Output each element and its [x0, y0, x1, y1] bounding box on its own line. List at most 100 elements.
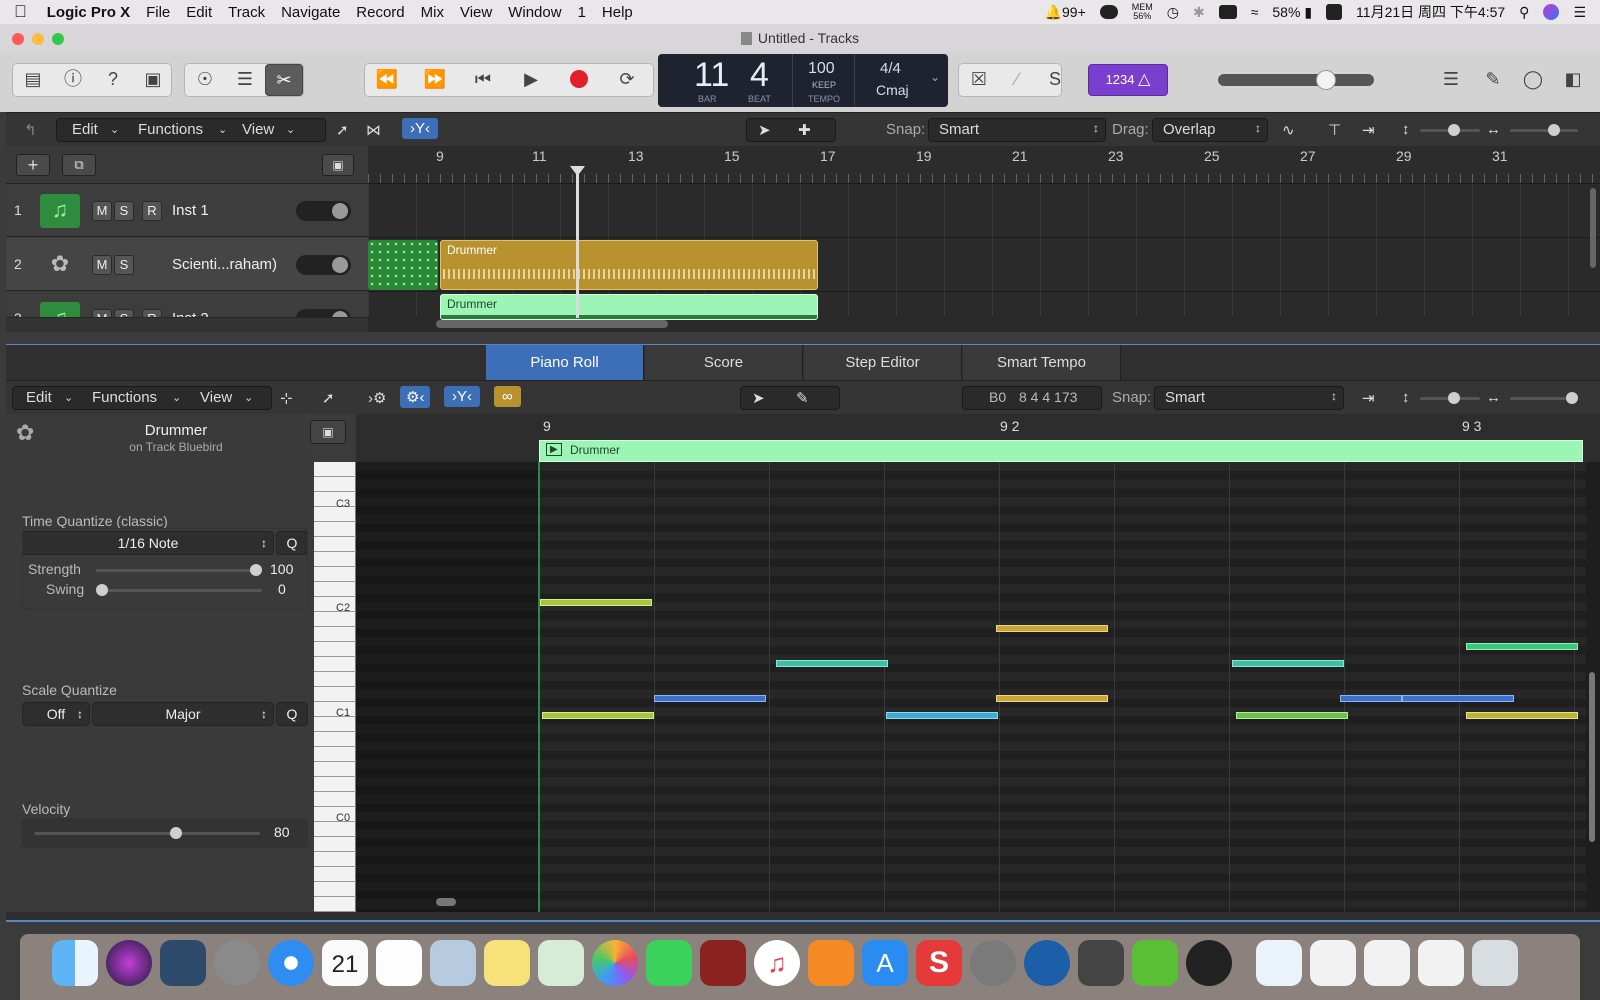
menu-file[interactable]: File	[138, 4, 178, 21]
qq-icon[interactable]	[1186, 940, 1232, 986]
rewind-button[interactable]: ⏪	[368, 64, 406, 96]
piano-roll-horizontal-zoom-knob[interactable]	[1566, 392, 1578, 404]
menu-app-name[interactable]: Logic Pro X	[35, 4, 138, 21]
piano-roll-functions-menu[interactable]: Functions	[92, 389, 157, 406]
notes-icon[interactable]	[484, 940, 530, 986]
time-quantize-select[interactable]: 1/16 Note ↕	[22, 531, 274, 555]
menu-track[interactable]: Track	[220, 4, 273, 21]
menu-edit[interactable]: Edit	[178, 4, 220, 21]
strength-slider[interactable]	[96, 564, 262, 576]
velocity-slider[interactable]	[34, 827, 260, 839]
menu-navigate[interactable]: Navigate	[273, 4, 348, 21]
piano-roll-edit-menu[interactable]: Edit	[26, 389, 52, 406]
downloads-folder-icon[interactable]	[1256, 940, 1302, 986]
maps-icon[interactable]	[538, 940, 584, 986]
vertical-zoom-slider[interactable]	[1420, 124, 1480, 136]
tab-smart-tempo[interactable]: Smart Tempo	[963, 345, 1121, 381]
menu-help[interactable]: Help	[594, 4, 641, 21]
solo-button[interactable]: S	[1036, 64, 1074, 96]
photos-icon[interactable]	[592, 940, 638, 986]
menu-window[interactable]: Window	[500, 4, 569, 21]
flex-icon[interactable]: ⋈	[366, 121, 381, 139]
lcd-display[interactable]: 11 4 BAR BEAT 100 KEEP TEMPO 4/4 Cmaj ⌄	[658, 54, 948, 107]
midi-note[interactable]	[996, 695, 1108, 702]
vertical-zoom-icon[interactable]: ↕	[1402, 121, 1410, 138]
finder-icon[interactable]	[52, 940, 98, 986]
document-stack-icon[interactable]	[1418, 940, 1464, 986]
menu-record[interactable]: Record	[348, 4, 412, 21]
time-machine-icon[interactable]: ◷	[1167, 4, 1179, 21]
arrange-horizontal-scrollbar[interactable]	[436, 320, 668, 328]
quicktime-icon[interactable]	[1024, 940, 1070, 986]
midi-note[interactable]	[1236, 712, 1348, 719]
solo-button[interactable]: S	[114, 309, 134, 317]
roll-vertical-scrollbar[interactable]	[1589, 672, 1595, 842]
swing-slider[interactable]	[96, 584, 262, 596]
wechat-status-icon[interactable]	[1099, 5, 1118, 19]
horizontal-zoom-knob[interactable]	[1548, 124, 1560, 136]
smart-controls-button[interactable]: ☉	[186, 64, 224, 96]
photo-booth-icon[interactable]	[700, 940, 746, 986]
music-icon[interactable]: ♫	[754, 940, 800, 986]
midi-note[interactable]	[776, 660, 888, 667]
menu-view[interactable]: View	[452, 4, 500, 21]
tracks-functions-menu[interactable]: Functions	[138, 121, 203, 138]
mute-button[interactable]: M	[92, 201, 112, 221]
piano-roll-fit-horizontal-icon[interactable]: ⇥	[1362, 389, 1375, 407]
track-on-off-toggle[interactable]	[296, 201, 351, 221]
strength-knob[interactable]	[250, 564, 262, 576]
arrange-vertical-scrollbar[interactable]	[1590, 188, 1596, 268]
track-on-off-toggle[interactable]	[296, 309, 351, 317]
midi-note[interactable]	[1402, 695, 1514, 702]
track-name[interactable]: Scienti...raham)	[172, 256, 277, 273]
midi-note[interactable]	[1340, 695, 1402, 702]
mem-status[interactable]: MEM 56%	[1132, 3, 1153, 21]
piano-roll-snap-select[interactable]: Smart ↕	[1154, 386, 1344, 410]
waveform-zoom-icon[interactable]: ∿	[1282, 121, 1295, 139]
solo-button[interactable]: S	[114, 255, 134, 275]
tab-step-editor[interactable]: Step Editor	[804, 345, 962, 381]
minimize-window-button[interactable]	[32, 33, 44, 45]
duplicate-track-button[interactable]: ⧉	[62, 154, 96, 176]
pencil-tool-icon[interactable]: ✎	[796, 389, 809, 407]
tuner-button[interactable]: ∕	[998, 64, 1036, 96]
menu-mix[interactable]: Mix	[413, 4, 452, 21]
battery-status[interactable]: 58% ▮	[1272, 4, 1312, 21]
midi-note[interactable]	[996, 625, 1108, 632]
collapse-icon[interactable]: ⊹	[280, 389, 293, 407]
piano-roll-pointer-icon[interactable]: ➤	[752, 389, 765, 407]
spotlight-icon[interactable]: ⚲	[1519, 4, 1529, 21]
velocity-knob[interactable]	[170, 827, 182, 839]
image-capture-icon[interactable]	[160, 940, 206, 986]
tracks-snap-select[interactable]: Smart ↕	[928, 118, 1106, 142]
arrange-area[interactable]: Drummer Drummer	[368, 166, 1600, 332]
playhead[interactable]	[576, 170, 579, 318]
marquee-tool-icon[interactable]: ✚	[798, 121, 811, 139]
bar-ruler[interactable]: 9 11 13 15 17 19 21 23 25 27 29 31	[368, 146, 1600, 184]
swing-knob[interactable]	[96, 584, 108, 596]
lcd-signature[interactable]: 4/4	[880, 60, 901, 77]
fit-horizontal-icon[interactable]: ⇥	[1362, 121, 1375, 139]
cycle-button[interactable]: ⟳	[608, 64, 646, 96]
automation-icon[interactable]: ➚	[336, 121, 349, 139]
fit-vertical-icon[interactable]: ⊤	[1328, 121, 1341, 139]
roll-horizontal-scrollbar[interactable]	[436, 898, 456, 906]
lcd-key[interactable]: Cmaj	[876, 82, 909, 98]
quick-help-button[interactable]: ?	[94, 64, 132, 96]
time-quantize-q-button[interactable]: Q	[276, 531, 308, 555]
piano-roll-automation-icon[interactable]: ➚	[322, 389, 335, 407]
facetime-icon[interactable]	[646, 940, 692, 986]
horizontal-zoom-slider[interactable]	[1510, 124, 1578, 136]
app-store-icon[interactable]: A	[862, 940, 908, 986]
track-name[interactable]: Inst 2	[172, 310, 209, 317]
vertical-zoom-knob[interactable]	[1448, 124, 1460, 136]
editors-button[interactable]: ✂	[265, 64, 303, 96]
inspector-toggle-button[interactable]: ▣	[310, 420, 346, 444]
tracks-view-menu[interactable]: View	[242, 121, 274, 138]
wechat-icon[interactable]	[1132, 940, 1178, 986]
document-stack-icon[interactable]	[1364, 940, 1410, 986]
library-button[interactable]: ▤	[14, 64, 52, 96]
piano-roll-grid[interactable]	[356, 462, 1600, 912]
scale-mode-select[interactable]: Major ↕	[92, 702, 274, 726]
track-row-1[interactable]: 1 ♫ M S R Inst 1	[6, 184, 368, 237]
